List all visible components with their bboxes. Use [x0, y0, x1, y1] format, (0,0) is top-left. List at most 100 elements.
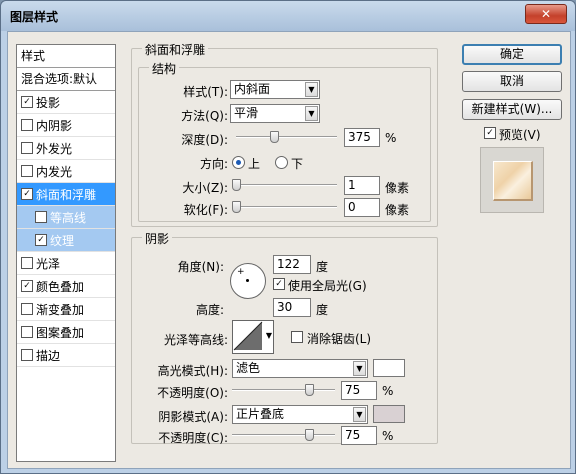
technique-dropdown[interactable]: 平滑 ▼ [230, 104, 320, 123]
shadow-opacity-slider[interactable] [232, 429, 335, 441]
style-item-label: 外发光 [36, 142, 73, 156]
anti-aliased-checkbox[interactable] [291, 331, 303, 343]
soften-slider-thumb[interactable] [232, 201, 241, 213]
cancel-button[interactable]: 取消 [462, 71, 562, 92]
highlight-mode-dropdown[interactable]: 滤色 ▼ [232, 359, 368, 378]
style-checkbox[interactable] [21, 257, 33, 269]
style-list-item[interactable]: 图案叠加 [17, 321, 115, 344]
angle-input[interactable]: 122 [273, 255, 311, 274]
new-style-button[interactable]: 新建样式(W)... [462, 99, 562, 120]
texture-preview-image [493, 161, 533, 201]
chevron-down-icon: ▼ [305, 106, 318, 121]
soften-unit: 像素 [385, 203, 410, 217]
style-checkbox[interactable] [21, 96, 33, 108]
soften-label: 软化(F): [183, 203, 228, 217]
style-list-item[interactable]: 等高线 [17, 206, 115, 229]
depth-slider-thumb[interactable] [270, 131, 280, 143]
style-item-label: 描边 [36, 349, 61, 363]
shadow-mode-value: 正片叠底 [236, 407, 285, 421]
crosshair-icon: + [237, 267, 245, 277]
style-list-item[interactable]: 斜面和浮雕 [17, 183, 115, 206]
style-list-item[interactable]: 内阴影 [17, 114, 115, 137]
style-checkbox[interactable] [21, 303, 33, 315]
shading-title: 阴影 [142, 230, 173, 247]
preview-checkbox[interactable] [484, 127, 496, 139]
close-button[interactable]: ✕ [525, 4, 567, 24]
gloss-contour-picker[interactable]: ▼ [232, 320, 274, 354]
depth-slider[interactable] [236, 131, 337, 143]
dialog-title: 图层样式 [10, 10, 59, 24]
style-list-item[interactable]: 颜色叠加 [17, 275, 115, 298]
soften-slider[interactable] [232, 201, 337, 213]
highlight-opacity-slider[interactable] [232, 384, 335, 396]
slider-track [236, 136, 337, 138]
style-item-label: 投影 [36, 96, 61, 110]
style-item-label: 光泽 [36, 257, 61, 271]
size-label: 大小(Z): [182, 181, 228, 195]
title-bar[interactable]: 图层样式 ✕ [1, 1, 575, 31]
highlight-color-swatch[interactable] [373, 359, 405, 377]
style-checkbox[interactable] [21, 326, 33, 338]
highlight-opacity-label: 不透明度(O): [157, 386, 228, 400]
angle-label: 角度(N): [177, 260, 224, 274]
style-item-label: 图案叠加 [36, 326, 85, 340]
highlight-mode-value: 滤色 [236, 361, 261, 375]
direction-label: 方向: [199, 157, 228, 171]
slider-track [236, 184, 337, 186]
shading-group: 阴影 角度(N): + 122 度 使用全局光(G) 高度: 30 度 光泽等高… [131, 230, 438, 445]
style-list-item[interactable]: 投影 [17, 91, 115, 114]
highlight-mode-label: 高光模式(H): [157, 364, 228, 378]
direction-down-radio[interactable] [275, 156, 288, 169]
style-item-label: 渐变叠加 [36, 303, 85, 317]
blend-options-item[interactable]: 混合选项:默认 [17, 68, 115, 91]
slider-track [232, 434, 335, 436]
style-checkbox[interactable] [21, 280, 33, 292]
style-label: 样式(T): [183, 85, 228, 99]
highlight-opacity-thumb[interactable] [305, 384, 315, 396]
style-list-item[interactable]: 内发光 [17, 160, 115, 183]
technique-value: 平滑 [234, 106, 259, 120]
soften-input[interactable]: 0 [344, 198, 380, 217]
style-list-item[interactable]: 光泽 [17, 252, 115, 275]
bevel-style-dropdown[interactable]: 内斜面 ▼ [230, 80, 320, 99]
bevel-style-value: 内斜面 [234, 82, 271, 96]
style-checkbox[interactable] [35, 234, 47, 246]
style-checkbox[interactable] [21, 349, 33, 361]
ok-button[interactable]: 确定 [462, 44, 562, 65]
highlight-opacity-input[interactable]: 75 [341, 381, 377, 400]
structure-title: 结构 [149, 60, 180, 77]
altitude-label: 高度: [195, 303, 224, 317]
style-checkbox[interactable] [35, 211, 47, 223]
global-light-checkbox[interactable] [273, 278, 285, 290]
shadow-opacity-thumb[interactable] [305, 429, 315, 441]
style-item-label: 斜面和浮雕 [36, 188, 97, 202]
style-list-header[interactable]: 样式 [17, 45, 115, 68]
shadow-opacity-unit: % [382, 429, 394, 443]
altitude-input[interactable]: 30 [273, 298, 311, 317]
layer-style-dialog: 图层样式 ✕ 样式 混合选项:默认 投影内阴影外发光内发光斜面和浮雕等高线纹理光… [0, 0, 576, 474]
depth-input[interactable]: 375 [344, 128, 380, 147]
bevel-emboss-group: 斜面和浮雕 结构 样式(T): 内斜面 ▼ 方法(Q): 平滑 ▼ 深度(D): [131, 41, 438, 227]
shadow-color-swatch[interactable] [373, 405, 405, 423]
style-list-item[interactable]: 外发光 [17, 137, 115, 160]
preview-label: 预览(V) [499, 128, 541, 142]
shadow-opacity-label: 不透明度(C): [158, 431, 228, 445]
size-slider-thumb[interactable] [232, 179, 241, 191]
shadow-mode-dropdown[interactable]: 正片叠底 ▼ [232, 405, 368, 424]
shadow-mode-label: 阴影模式(A): [158, 410, 228, 424]
style-list-item[interactable]: 渐变叠加 [17, 298, 115, 321]
direction-up-radio[interactable] [232, 156, 245, 169]
style-checkbox[interactable] [21, 188, 33, 200]
style-list-item[interactable]: 描边 [17, 344, 115, 367]
shadow-opacity-input[interactable]: 75 [341, 426, 377, 445]
slider-track [232, 389, 335, 391]
style-checkbox[interactable] [21, 119, 33, 131]
size-slider[interactable] [232, 179, 337, 191]
style-checkbox[interactable] [21, 142, 33, 154]
angle-dial[interactable]: + [230, 263, 266, 299]
global-light-label: 使用全局光(G) [288, 279, 367, 293]
preview-thumbnail [480, 147, 544, 213]
style-list-item[interactable]: 纹理 [17, 229, 115, 252]
size-input[interactable]: 1 [344, 176, 380, 195]
style-checkbox[interactable] [21, 165, 33, 177]
